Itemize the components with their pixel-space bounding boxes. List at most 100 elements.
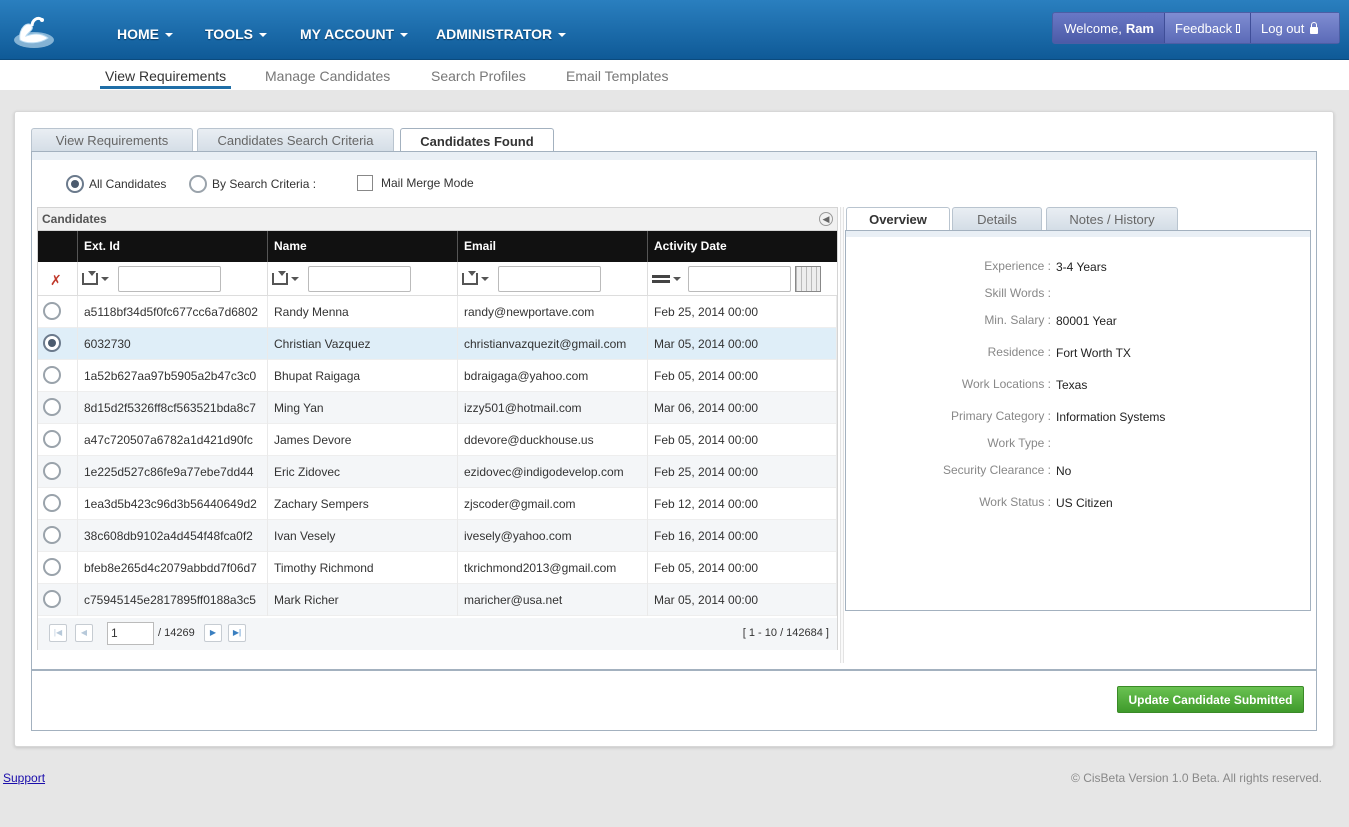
tab-view-requirements[interactable]: View Requirements: [31, 128, 193, 152]
mail-merge-checkbox[interactable]: Mail Merge Mode: [357, 175, 474, 191]
next-page-icon[interactable]: ▶: [204, 624, 222, 642]
cell-ext-id: bfeb8e265d4c2079abbdd7f06d7: [78, 552, 268, 584]
logout-button[interactable]: Log out: [1251, 13, 1339, 43]
row-radio[interactable]: [43, 590, 61, 608]
nav-home[interactable]: HOME: [117, 26, 173, 42]
filter-date-input[interactable]: [688, 266, 791, 292]
field-value: Information Systems: [1056, 410, 1166, 424]
field-value: 3-4 Years: [1056, 260, 1107, 274]
copyright-text: © CisBeta Version 1.0 Beta. All rights r…: [1071, 771, 1322, 785]
content-band: [32, 152, 1316, 160]
support-link[interactable]: Support: [3, 771, 45, 785]
cell-name: Ivan Vesely: [268, 520, 458, 552]
chevron-down-icon: [291, 277, 299, 281]
collapse-icon[interactable]: ◀: [819, 212, 833, 226]
cell-date: Feb 25, 2014 00:00: [648, 456, 837, 488]
filter-icon: [82, 271, 98, 285]
all-candidates-radio[interactable]: All Candidates: [66, 175, 166, 193]
header-select: [38, 231, 78, 262]
header-ext-id[interactable]: Ext. Id: [78, 231, 268, 262]
filter-icon: [462, 271, 478, 285]
cell-name: Zachary Sempers: [268, 488, 458, 520]
row-radio[interactable]: [43, 366, 61, 384]
splitter-handle[interactable]: [840, 207, 844, 663]
external-link-icon: [1236, 23, 1240, 33]
nav-home-label: HOME: [117, 26, 159, 42]
row-select-cell: [38, 488, 78, 520]
row-select-cell: [38, 520, 78, 552]
field-label: Min. Salary :: [984, 313, 1051, 327]
nav-tools[interactable]: TOOLS: [205, 26, 267, 42]
row-radio[interactable]: [43, 398, 61, 416]
row-radio[interactable]: [43, 462, 61, 480]
candidates-grid: Candidates ◀ Ext. Id Name Email Activity…: [37, 207, 838, 650]
tab-notes-history[interactable]: Notes / History: [1046, 207, 1178, 230]
cell-email: ivesely@yahoo.com: [458, 520, 648, 552]
table-row[interactable]: 1e225d527c86fe9a77ebe7dd44 Eric Zidovec ez…: [38, 456, 837, 488]
subnav-manage-candidates[interactable]: Manage Candidates: [265, 68, 390, 84]
table-row[interactable]: bfeb8e265d4c2079abbdd7f06d7 Timothy Richm…: [38, 552, 837, 584]
filter-operator-date[interactable]: [652, 275, 688, 283]
row-radio[interactable]: [43, 302, 61, 320]
last-page-icon[interactable]: ▶|: [228, 624, 246, 642]
table-row[interactable]: a47c720507a6782a1d421d90fc James Devore dd…: [38, 424, 837, 456]
feedback-button[interactable]: Feedback: [1165, 13, 1251, 43]
header-name[interactable]: Name: [268, 231, 458, 262]
table-row[interactable]: 1ea3d5b423c96d3b56440649d2 Zachary Semper…: [38, 488, 837, 520]
cell-date: Feb 25, 2014 00:00: [648, 296, 837, 328]
prev-page-icon[interactable]: ◀: [75, 624, 93, 642]
row-radio[interactable]: [43, 526, 61, 544]
first-page-icon[interactable]: |◀: [49, 624, 67, 642]
filter-name-input[interactable]: [308, 266, 411, 292]
subnav-email-templates[interactable]: Email Templates: [566, 68, 668, 84]
cell-name: Christian Vazquez: [268, 328, 458, 360]
row-radio[interactable]: [43, 430, 61, 448]
chevron-down-icon: [400, 33, 409, 38]
cell-ext-id: 8d15d2f5326ff8cf563521bda8c7: [78, 392, 268, 424]
cell-name: James Devore: [268, 424, 458, 456]
cell-date: Mar 06, 2014 00:00: [648, 392, 837, 424]
cell-ext-id: a47c720507a6782a1d421d90fc: [78, 424, 268, 456]
filter-operator-email[interactable]: [462, 271, 498, 285]
row-radio[interactable]: [43, 494, 61, 512]
page-input[interactable]: 1: [107, 622, 154, 645]
clear-filter-icon[interactable]: ✗: [50, 272, 64, 288]
filter-ext-id-input[interactable]: [118, 266, 221, 292]
tab-overview[interactable]: Overview: [846, 207, 950, 231]
cell-date: Feb 05, 2014 00:00: [648, 360, 837, 392]
by-search-criteria-radio[interactable]: By Search Criteria :: [189, 175, 316, 193]
tab-details[interactable]: Details: [952, 207, 1042, 230]
header-email[interactable]: Email: [458, 231, 648, 262]
chevron-down-icon: [165, 33, 173, 38]
table-row[interactable]: c75945145e2817895ff0188a3c5 Mark Richer ma…: [38, 584, 837, 616]
row-select-cell: [38, 328, 78, 360]
nav-administrator[interactable]: ADMINISTRATOR: [436, 26, 567, 42]
equals-icon: [652, 275, 670, 283]
update-candidate-submitted-button[interactable]: Update Candidate Submitted: [1117, 686, 1304, 713]
cell-email: randy@newportave.com: [458, 296, 648, 328]
row-radio[interactable]: [43, 558, 61, 576]
tab-candidates-search-criteria[interactable]: Candidates Search Criteria: [197, 128, 394, 152]
logout-label: Log out: [1261, 20, 1305, 36]
table-row[interactable]: 38c608db9102a4d454f48fca0f2 Ivan Vesely iv…: [38, 520, 837, 552]
nav-my-account[interactable]: MY ACCOUNT: [300, 26, 409, 42]
subnav-search-profiles[interactable]: Search Profiles: [431, 68, 526, 84]
filter-operator-ext-id[interactable]: [82, 271, 118, 285]
header-activity-date[interactable]: Activity Date: [648, 231, 837, 262]
filter-operator-name[interactable]: [272, 271, 308, 285]
subnav-view-requirements[interactable]: View Requirements: [105, 68, 226, 84]
table-row[interactable]: a5118bf34d5f0fc677cc6a7d6802 Randy Menna r…: [38, 296, 837, 328]
table-row[interactable]: 1a52b627aa97b5905a2b47c3c0 Bhupat Raigaga…: [38, 360, 837, 392]
field-label: Work Type :: [987, 436, 1051, 450]
swan-logo[interactable]: [10, 10, 58, 50]
nav-administrator-label: ADMINISTRATOR: [436, 26, 553, 42]
chevron-down-icon: [101, 277, 109, 281]
filter-email-input[interactable]: [498, 266, 601, 292]
table-row[interactable]: 6032730 Christian Vazquez christianvazquez…: [38, 328, 837, 360]
table-row[interactable]: 8d15d2f5326ff8cf563521bda8c7 Ming Yan izzy…: [38, 392, 837, 424]
row-radio[interactable]: [43, 334, 61, 352]
tab-candidates-found[interactable]: Candidates Found: [400, 128, 554, 153]
calendar-icon[interactable]: [795, 266, 821, 292]
cell-email: ezidovec@indigodevelop.com: [458, 456, 648, 488]
top-navbar: HOME TOOLS MY ACCOUNT ADMINISTRATOR Welc…: [0, 0, 1349, 60]
